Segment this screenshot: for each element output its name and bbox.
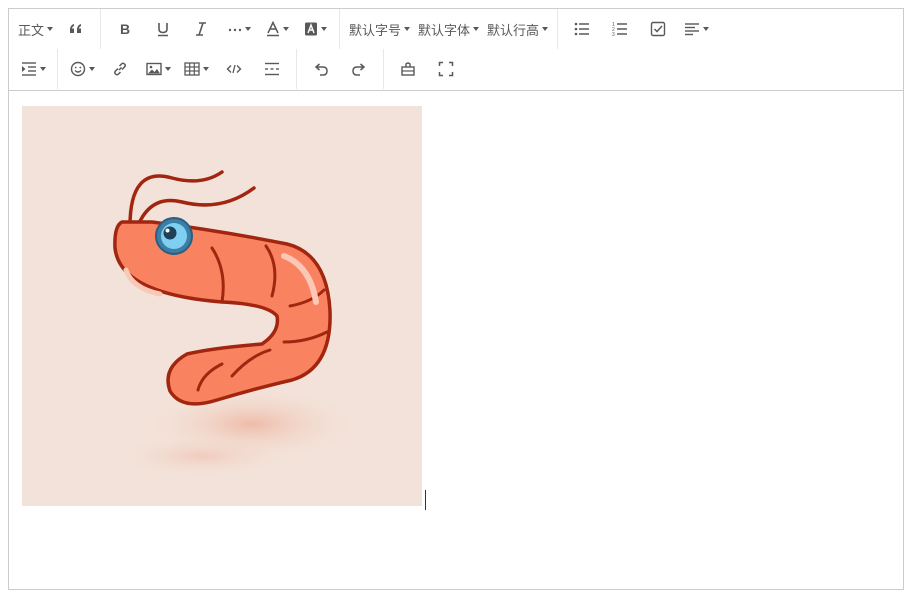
font-family-select[interactable]: 默认字体 — [414, 13, 483, 45]
rich-text-editor: 正文 B 默认字号 默认字体 默认行高 1 2 3 — [8, 8, 904, 590]
caret-down-icon — [47, 27, 54, 31]
indent-button[interactable] — [14, 53, 52, 85]
bold-icon: B — [120, 21, 130, 37]
clear-format-button[interactable] — [389, 53, 427, 85]
toolbar-row-1: 正文 B 默认字号 默认字体 默认行高 1 2 3 — [9, 9, 903, 49]
justify-button[interactable] — [677, 13, 715, 45]
numbered-list-button[interactable]: 123 — [601, 13, 639, 45]
toolbar-group-history — [297, 49, 384, 89]
caret-down-icon — [404, 27, 411, 31]
caret-down-icon — [702, 27, 709, 31]
shrimp-illustration — [22, 106, 422, 506]
blockquote-icon — [70, 24, 82, 33]
caret-down-icon — [88, 67, 95, 71]
insert-table-button[interactable] — [177, 53, 215, 85]
italic-button[interactable] — [182, 13, 220, 45]
justify-icon — [684, 23, 699, 36]
bulleted-list-icon — [574, 22, 590, 36]
editor-toolbar: 正文 B 默认字号 默认字体 默认行高 1 2 3 — [9, 9, 903, 91]
underline-button[interactable] — [144, 13, 182, 45]
toolbar-group-header: 正文 — [9, 9, 102, 49]
font-size-label: 默认字号 — [349, 23, 402, 39]
caret-down-icon — [542, 27, 549, 31]
caret-down-icon — [320, 27, 327, 31]
more-icon — [228, 28, 241, 32]
undo-button[interactable] — [302, 53, 340, 85]
fullscreen-icon — [438, 61, 454, 77]
svg-text:3: 3 — [612, 32, 615, 37]
emotion-button[interactable] — [63, 53, 101, 85]
divider-button[interactable] — [253, 53, 291, 85]
toolbar-group-lists: 123 — [558, 9, 720, 49]
todo-icon — [650, 21, 666, 37]
redo-button[interactable] — [340, 53, 378, 85]
font-size-select[interactable]: 默认字号 — [345, 13, 414, 45]
line-height-select[interactable]: 默认行高 — [483, 13, 552, 45]
header-select-label: 正文 — [18, 23, 45, 39]
bg-color-button[interactable] — [296, 13, 334, 45]
toolbar-group-font: 默认字号 默认字体 默认行高 — [340, 9, 559, 49]
toolbar-row-2 — [9, 49, 903, 89]
toolbar-group-text-style: B — [101, 9, 341, 49]
insert-image-button[interactable] — [139, 53, 177, 85]
caret-down-icon — [473, 27, 480, 31]
font-color-button[interactable] — [258, 13, 296, 45]
code-block-button[interactable] — [215, 53, 253, 85]
code-icon — [226, 64, 242, 74]
link-icon — [114, 62, 126, 76]
divider-icon — [265, 62, 279, 76]
font-family-label: 默认字体 — [418, 23, 471, 39]
font-color-icon — [266, 21, 279, 37]
editor-content-area[interactable] — [9, 90, 903, 589]
toolbar-group-indent — [9, 49, 58, 89]
emotion-icon — [70, 61, 85, 77]
bulleted-list-button[interactable] — [563, 13, 601, 45]
bold-button[interactable]: B — [106, 13, 144, 45]
toolbar-group-insert — [58, 49, 297, 89]
header-select[interactable]: 正文 — [14, 13, 57, 45]
numbered-list-icon: 123 — [612, 22, 628, 37]
caret-down-icon — [202, 67, 209, 71]
svg-text:B: B — [120, 21, 130, 37]
text-cursor — [425, 490, 426, 510]
insert-link-button[interactable] — [101, 53, 139, 85]
blockquote-button[interactable] — [57, 13, 95, 45]
line-height-label: 默认行高 — [487, 23, 540, 39]
table-icon — [183, 62, 200, 76]
caret-down-icon — [282, 27, 289, 31]
redo-icon — [352, 63, 366, 76]
caret-down-icon — [244, 27, 251, 31]
caret-down-icon — [164, 67, 171, 71]
undo-icon — [314, 63, 328, 76]
clear-format-icon — [401, 62, 415, 76]
more-style-button[interactable] — [220, 13, 258, 45]
todo-button[interactable] — [639, 13, 677, 45]
toolbar-group-misc — [384, 49, 470, 89]
bg-color-icon — [304, 22, 317, 36]
underline-icon — [158, 23, 169, 37]
fullscreen-button[interactable] — [427, 53, 465, 85]
indent-icon — [21, 62, 36, 76]
image-icon — [145, 62, 162, 76]
caret-down-icon — [39, 67, 46, 71]
italic-icon — [196, 22, 207, 36]
shrimp-image[interactable] — [22, 106, 422, 506]
